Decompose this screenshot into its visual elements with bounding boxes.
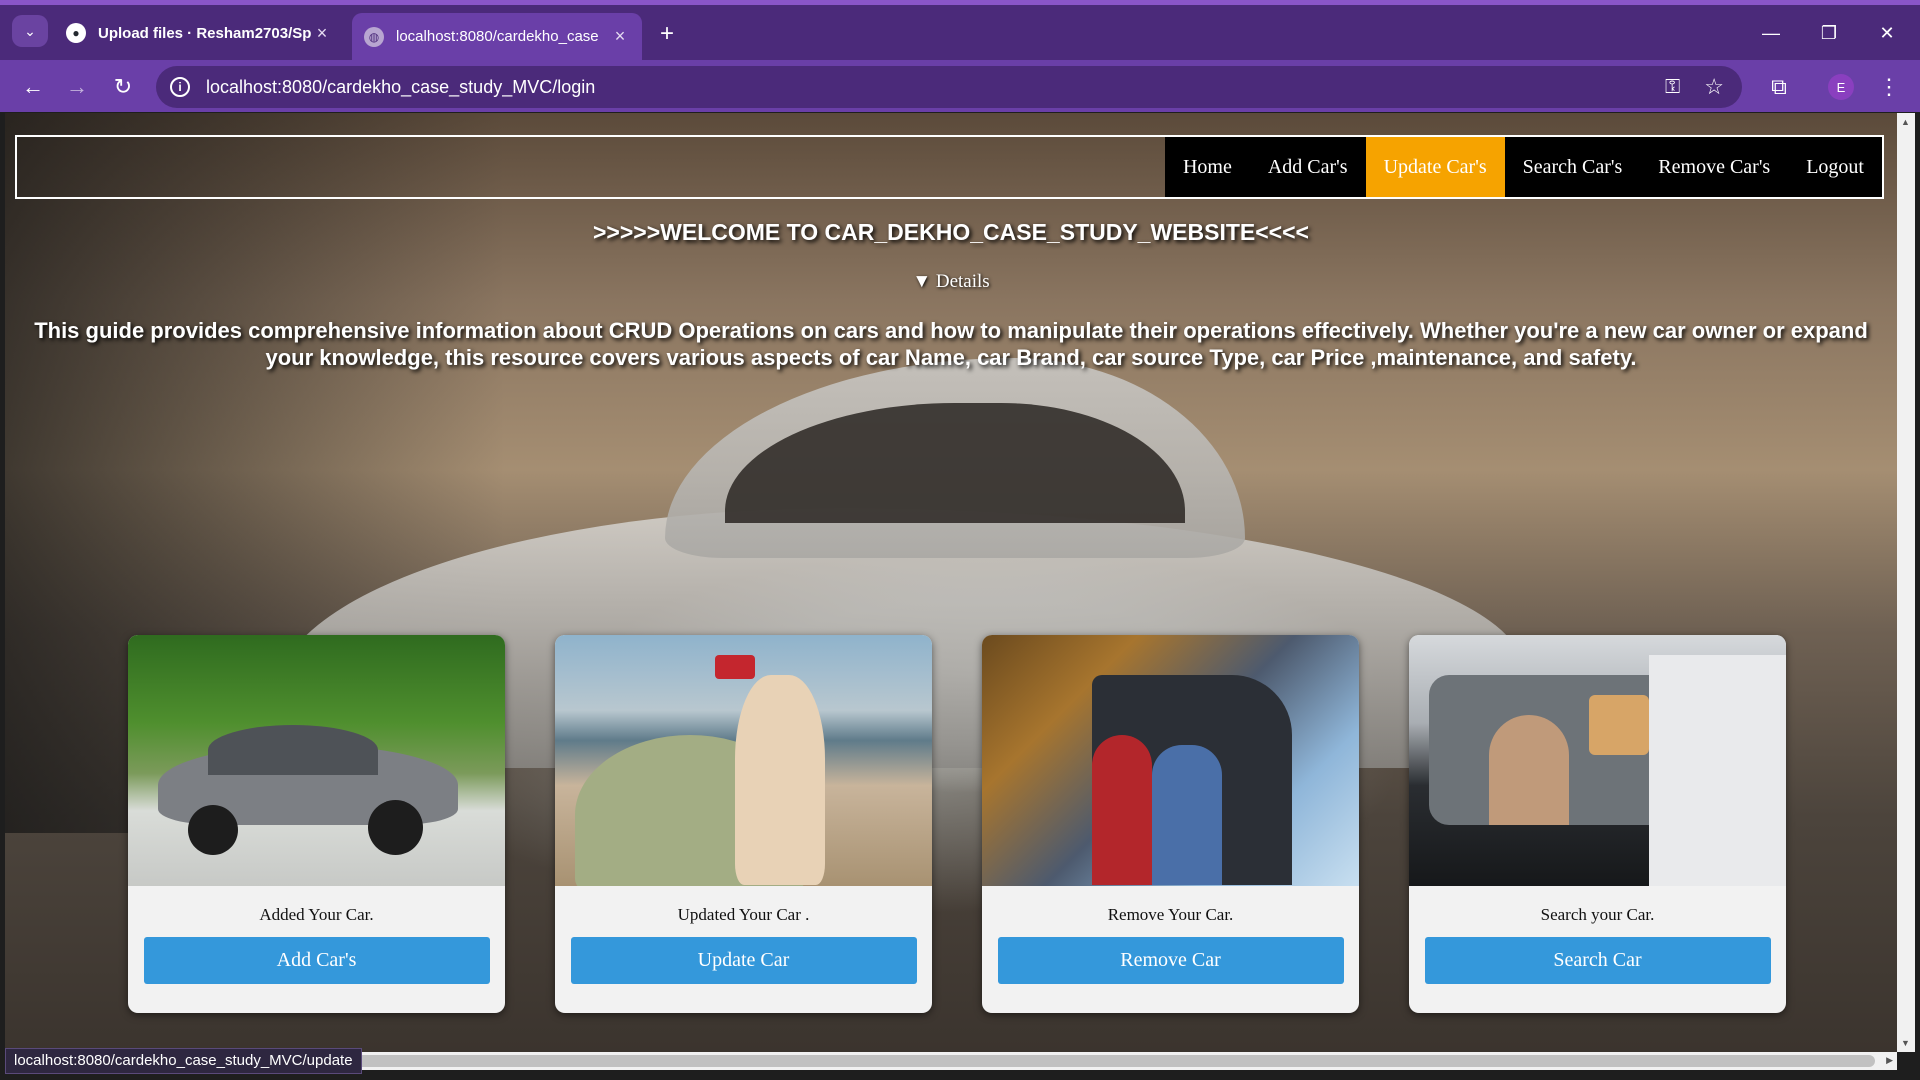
plus-icon: + (659, 20, 674, 47)
close-icon[interactable]: × (312, 23, 332, 44)
scroll-right-icon[interactable]: ▶ (1886, 1055, 1893, 1066)
card-caption: Added Your Car. (259, 905, 374, 924)
github-icon: ● (66, 23, 86, 43)
nav-update-cars[interactable]: Update Car's (1365, 137, 1505, 197)
family-selfie-car-image (982, 635, 1359, 886)
status-bar-url: localhost:8080/cardekho_case_study_MVC/u… (5, 1048, 362, 1074)
reload-icon: ↻ (113, 74, 133, 99)
woman-with-vintage-car-image (555, 635, 932, 886)
address-url[interactable]: localhost:8080/cardekho_case_study_MVC/l… (206, 77, 1665, 98)
scroll-down-icon[interactable]: ▼ (1901, 1038, 1910, 1048)
tab-title: Upload files · Resham2703/Spr (98, 24, 312, 42)
drive-through-handoff-image (1409, 635, 1786, 886)
profile-avatar[interactable]: E (1828, 74, 1854, 100)
scroll-up-icon[interactable]: ▲ (1901, 117, 1910, 127)
welcome-heading: >>>>>WELCOME TO CAR_DEKHO_CASE_STUDY_WEB… (593, 219, 1309, 245)
update-car-button[interactable]: Update Car (570, 937, 917, 984)
minimize-button[interactable]: — (1746, 17, 1796, 49)
card-caption: Search your Car. (1540, 905, 1655, 924)
tab-localhost[interactable]: ◍ localhost:8080/cardekho_case × (352, 13, 642, 60)
tab-github-upload[interactable]: ● Upload files · Resham2703/Spr × (54, 13, 344, 53)
vertical-scrollbar[interactable]: ▲ ▼ (1897, 113, 1915, 1052)
restore-button[interactable]: ❐ (1804, 17, 1854, 49)
close-window-button[interactable]: ✕ (1862, 17, 1912, 49)
nav-search-cars[interactable]: Search Car's (1505, 137, 1641, 197)
reload-button[interactable]: ↻ (106, 70, 140, 104)
close-icon[interactable]: × (610, 26, 630, 47)
forward-button[interactable]: → (60, 70, 94, 104)
nav-menu: Home Add Car's Update Car's Search Car's… (1164, 137, 1882, 197)
site-info-icon[interactable]: i (170, 77, 190, 97)
back-button[interactable]: ← (16, 70, 50, 104)
card-caption: Updated Your Car . (677, 905, 810, 924)
nav-remove-cars[interactable]: Remove Car's (1640, 137, 1788, 197)
card-remove: Remove Your Car. Remove Car (982, 635, 1359, 1013)
silver-sports-car-image (128, 635, 505, 886)
card-caption: Remove Your Car. (1107, 905, 1234, 924)
add-cars-button[interactable]: Add Car's (143, 937, 490, 984)
chevron-down-icon: ⌄ (24, 22, 36, 39)
details-toggle[interactable]: ▼ Details (5, 271, 1897, 293)
remove-car-button[interactable]: Remove Car (997, 937, 1344, 984)
card-add: Added Your Car. Add Car's (128, 635, 505, 1013)
globe-icon: ◍ (364, 26, 384, 47)
bookmark-star-icon[interactable]: ☆ (1704, 74, 1724, 100)
address-bar[interactable]: i localhost:8080/cardekho_case_study_MVC… (156, 66, 1742, 108)
tab-title: localhost:8080/cardekho_case (396, 28, 599, 45)
card-update: Updated Your Car . Update Car (555, 635, 932, 1013)
browser-toolbar: ← → ↻ i localhost:8080/cardekho_case_stu… (0, 60, 1920, 112)
key-icon[interactable]: ⚿ (1665, 76, 1680, 99)
extensions-icon[interactable]: ⧉ (1762, 70, 1796, 104)
page-viewport: Home Add Car's Update Car's Search Car's… (5, 113, 1897, 1052)
search-car-button[interactable]: Search Car (1424, 937, 1771, 984)
nav-home[interactable]: Home (1165, 137, 1250, 197)
card-search: Search your Car. Search Car (1409, 635, 1786, 1013)
nav-add-cars[interactable]: Add Car's (1250, 137, 1366, 197)
guide-text: This guide provides comprehensive inform… (34, 318, 1868, 370)
site-navbar: Home Add Car's Update Car's Search Car's… (15, 135, 1884, 199)
tab-search-button[interactable]: ⌄ (12, 15, 48, 47)
tab-strip: ⌄ ● Upload files · Resham2703/Spr × ◍ lo… (0, 5, 1920, 60)
arrow-right-icon: → (66, 74, 88, 99)
menu-kebab-icon[interactable]: ⋮ (1874, 70, 1904, 104)
new-tab-button[interactable]: + (652, 19, 682, 49)
arrow-left-icon: ← (22, 74, 44, 99)
horizontal-scroll-thumb[interactable] (345, 1055, 1875, 1067)
nav-logout[interactable]: Logout (1788, 137, 1882, 197)
